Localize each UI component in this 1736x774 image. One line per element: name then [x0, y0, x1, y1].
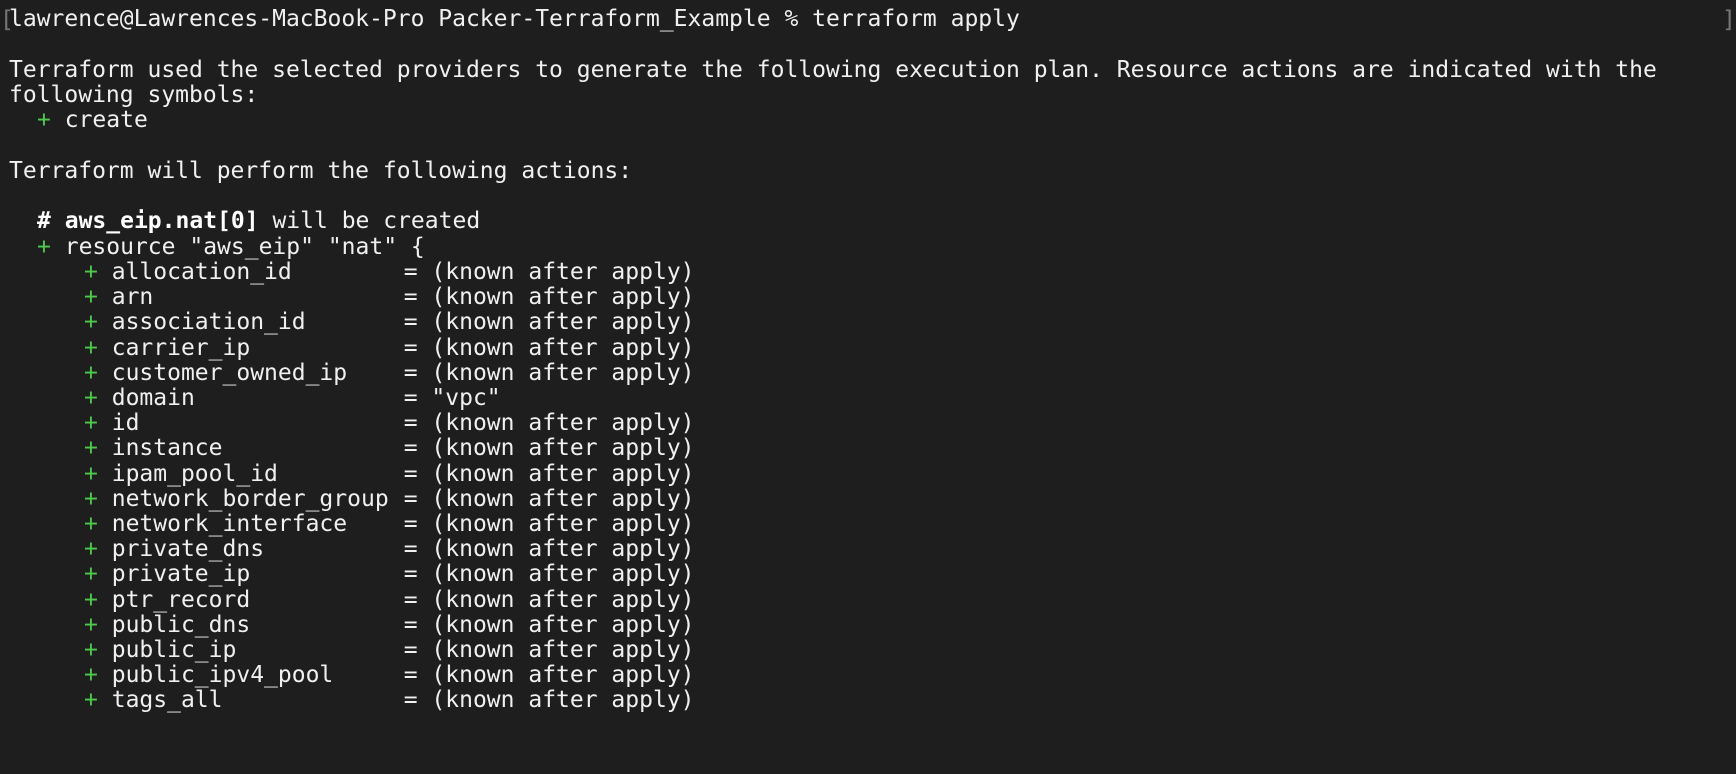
attribute-row: + public_dns = (known after apply)	[84, 611, 695, 639]
attribute-row: + public_ip = (known after apply)	[84, 636, 695, 664]
intro-line-2: following symbols:	[9, 82, 259, 108]
plus-symbol: +	[84, 687, 98, 714]
attribute-name: network_interface	[111, 511, 348, 537]
attribute-name: private_dns	[111, 536, 265, 563]
attribute-row: + allocation_id = (known after apply)	[84, 258, 695, 286]
attribute-name: domain	[111, 385, 195, 411]
resource-declaration: + resource "aws_eip" "nat" {	[9, 233, 425, 261]
plus-symbol: +	[84, 410, 98, 437]
resource-address: aws_eip.nat[0]	[64, 208, 259, 234]
attribute-row: + network_border_group = (known after app…	[84, 485, 695, 513]
plus-symbol: +	[84, 284, 98, 311]
attribute-name: carrier_ip	[111, 334, 251, 361]
attribute-value: = (known after apply)	[403, 637, 695, 663]
resource-comment-suffix: will be created	[272, 208, 481, 234]
attribute-name: association_id	[111, 309, 306, 336]
plus-symbol: +	[84, 334, 98, 361]
attribute-name: ptr_record	[111, 586, 251, 613]
comment-hash: #	[37, 208, 51, 234]
attribute-value: = (known after apply)	[403, 334, 695, 361]
attribute-row: + private_ip = (known after apply)	[84, 560, 695, 588]
plus-symbol: +	[84, 309, 98, 336]
attribute-row: + instance = (known after apply)	[84, 434, 695, 462]
plus-symbol: +	[84, 511, 98, 537]
attribute-value: = (known after apply)	[403, 561, 695, 588]
plus-symbol: +	[84, 485, 98, 512]
attribute-value: = (known after apply)	[403, 435, 695, 462]
attribute-name: tags_all	[111, 687, 223, 714]
plus-symbol: +	[84, 637, 98, 663]
attribute-value: = (known after apply)	[403, 309, 695, 336]
attribute-row: + arn = (known after apply)	[84, 283, 695, 311]
attribute-value: = (known after apply)	[403, 485, 695, 512]
plus-symbol: +	[84, 460, 98, 487]
attribute-row: + domain = "vpc"	[84, 384, 501, 412]
plus-symbol: +	[84, 385, 98, 411]
plus-symbol: +	[84, 662, 98, 689]
attribute-name: id	[111, 410, 140, 437]
attribute-row: + tags_all = (known after apply)	[84, 686, 695, 714]
plus-symbol: +	[37, 107, 51, 133]
attribute-value: = (known after apply)	[403, 410, 695, 437]
attribute-row: + ipam_pool_id = (known after apply)	[84, 460, 695, 488]
attribute-name: network_border_group	[111, 485, 389, 512]
attribute-name: public_ipv4_pool	[111, 662, 334, 689]
attribute-row: + ptr_record = (known after apply)	[84, 586, 695, 614]
plus-symbol: +	[84, 586, 98, 613]
attribute-name: arn	[111, 284, 154, 311]
prompt-line: lawrence@Lawrences-MacBook-Pro Packer-Te…	[9, 6, 1020, 32]
attribute-name: public_dns	[111, 611, 251, 638]
plus-symbol: +	[84, 259, 98, 285]
attribute-name: allocation_id	[111, 259, 292, 285]
resource-comment: # aws_eip.nat[0] will be created	[9, 207, 480, 235]
plus-symbol: +	[84, 359, 98, 386]
attribute-row: + carrier_ip = (known after apply)	[84, 334, 695, 362]
intro-line-1: Terraform used the selected providers to…	[9, 57, 1657, 83]
plus-symbol: +	[84, 435, 98, 462]
attribute-value: = (known after apply)	[403, 259, 695, 285]
terminal-window[interactable]: [ ] lawrence@Lawrences-MacBook-Pro Packe…	[0, 0, 1736, 774]
attribute-row: + private_dns = (known after apply)	[84, 535, 695, 563]
attribute-name: customer_owned_ip	[111, 359, 348, 386]
attribute-value: = (known after apply)	[403, 511, 695, 537]
attribute-value: = (known after apply)	[403, 284, 695, 311]
attribute-name: ipam_pool_id	[111, 460, 278, 487]
resource-decl-text: resource "aws_eip" "nat" {	[64, 234, 425, 260]
attribute-row: + public_ipv4_pool = (known after apply)	[84, 661, 695, 689]
legend-create: + create	[9, 106, 148, 134]
attribute-value: = "vpc"	[403, 385, 501, 411]
plus-symbol: +	[84, 536, 98, 563]
attribute-name: instance	[111, 435, 223, 462]
attribute-value: = (known after apply)	[403, 359, 695, 386]
plus-symbol: +	[84, 561, 98, 588]
actions-heading: Terraform will perform the following act…	[9, 158, 633, 184]
attribute-value: = (known after apply)	[403, 460, 695, 487]
attribute-name: private_ip	[111, 561, 251, 588]
attribute-row: + network_interface = (known after apply)	[84, 510, 695, 538]
plus-symbol: +	[37, 234, 51, 260]
attribute-value: = (known after apply)	[403, 536, 695, 563]
legend-label: create	[64, 107, 148, 133]
attribute-value: = (known after apply)	[403, 662, 695, 689]
attribute-row: + association_id = (known after apply)	[84, 308, 695, 336]
attribute-row: + id = (known after apply)	[84, 409, 695, 437]
attribute-value: = (known after apply)	[403, 611, 695, 638]
plus-symbol: +	[84, 611, 98, 638]
attribute-row: + customer_owned_ip = (known after apply)	[84, 359, 695, 387]
attribute-value: = (known after apply)	[403, 586, 695, 613]
right-bracket-marker: ]	[1722, 7, 1736, 33]
attribute-value: = (known after apply)	[403, 687, 695, 714]
attribute-name: public_ip	[111, 637, 237, 663]
